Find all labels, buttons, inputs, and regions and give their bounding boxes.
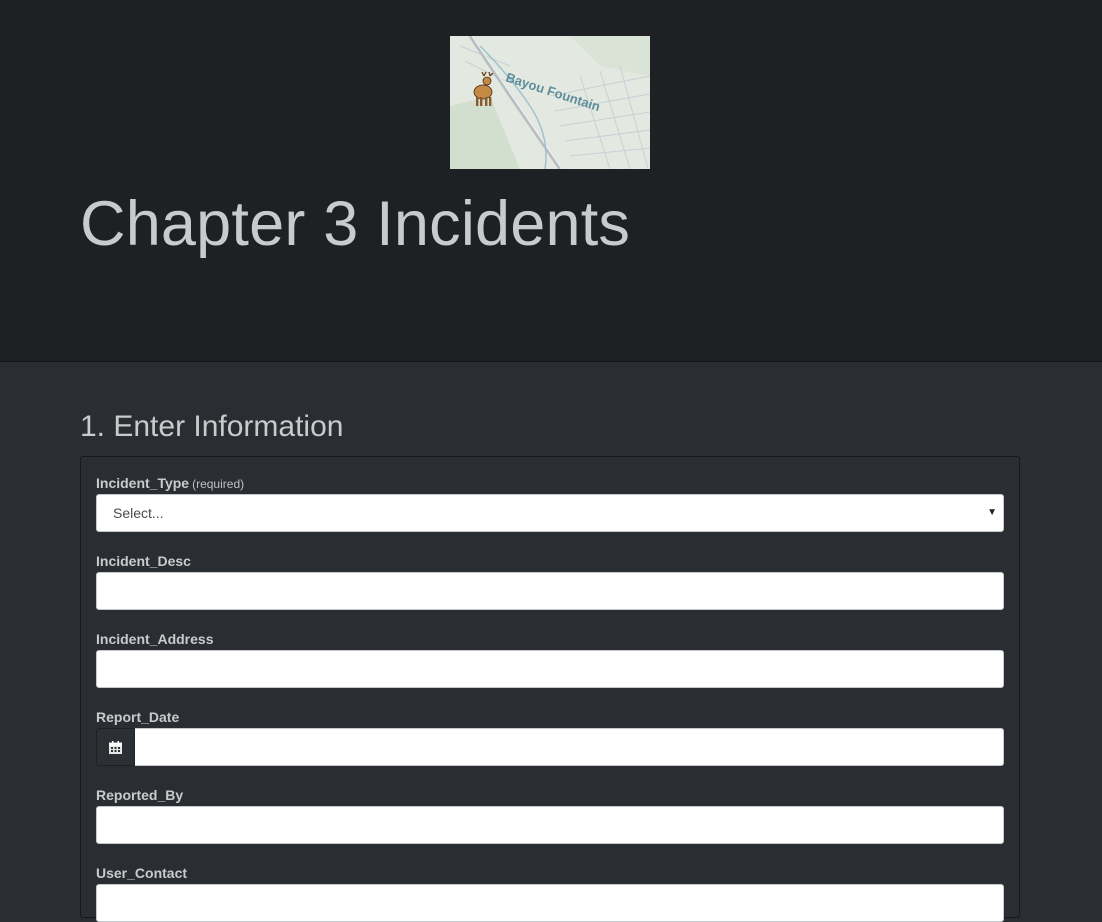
calendar-icon — [109, 740, 122, 754]
incident-address-input[interactable] — [96, 650, 1004, 688]
incident-type-select[interactable]: Select... ▼ — [96, 494, 1004, 532]
date-picker-button[interactable] — [96, 728, 135, 766]
page-title: Chapter 3 Incidents — [80, 189, 631, 259]
reported-by-label: Reported_By — [96, 787, 184, 803]
report-date-input[interactable] — [135, 728, 1004, 766]
report-date-label: Report_Date — [96, 709, 180, 725]
incident-desc-label: Incident_Desc — [96, 553, 191, 569]
incident-address-label: Incident_Address — [96, 631, 214, 647]
map-thumbnail: Bayou Fountain — [450, 36, 650, 169]
reported-by-input[interactable] — [96, 806, 1004, 844]
report-date-field: Report_Date — [96, 708, 1004, 766]
incident-type-field: Incident_Type (required) Select... ▼ — [96, 474, 1004, 532]
user-contact-field: User_Contact — [96, 864, 1004, 922]
user-contact-input[interactable] — [96, 884, 1004, 922]
user-contact-label: User_Contact — [96, 865, 188, 881]
required-hint: (required) — [192, 477, 245, 491]
incident-type-label: Incident_Type (required) — [96, 474, 1004, 494]
incident-desc-input[interactable] — [96, 572, 1004, 610]
incident-type-label-text: Incident_Type — [96, 475, 190, 491]
page-header: Bayou Fountain Chapter 3 Incidents — [0, 0, 1102, 362]
report-date-group — [96, 728, 1004, 766]
reported-by-field: Reported_By — [96, 786, 1004, 844]
section-title: 1. Enter Information — [80, 410, 344, 443]
form-panel: Incident_Type (required) Select... ▼ Inci… — [80, 456, 1020, 922]
map-image: Bayou Fountain — [450, 36, 650, 169]
chevron-down-icon: ▼ — [987, 507, 997, 518]
incident-type-selected: Select... — [113, 505, 164, 521]
incident-desc-field: Incident_Desc — [96, 552, 1004, 610]
incident-address-field: Incident_Address — [96, 630, 1004, 688]
